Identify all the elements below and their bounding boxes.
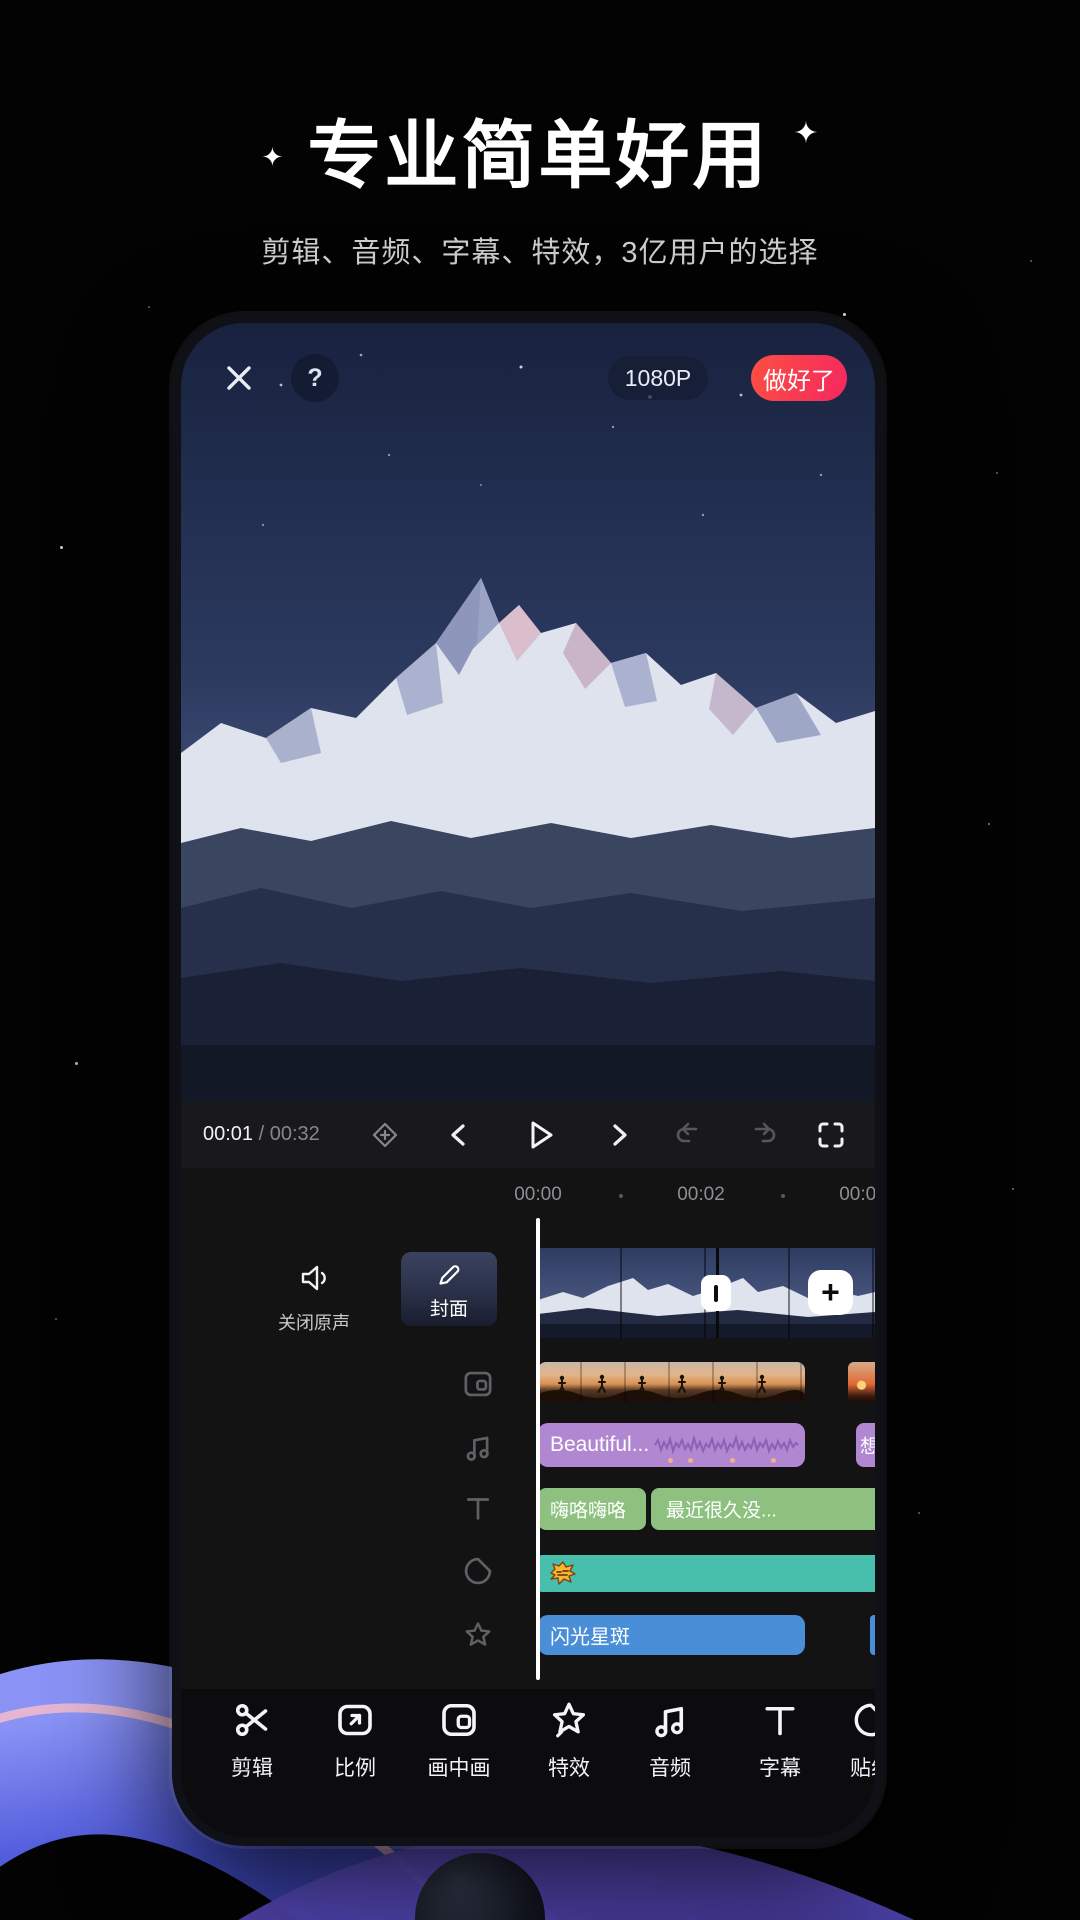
video-preview[interactable]: ? 1080P 做好了 bbox=[181, 323, 875, 1102]
ruler-tick: 00:04 bbox=[839, 1184, 875, 1206]
text-icon bbox=[759, 1699, 801, 1741]
toolbar-item-effects[interactable]: 特效 bbox=[527, 1699, 611, 1782]
mute-label: 关闭原声 bbox=[269, 1309, 359, 1335]
page: ✦ 专业简单好用 ✦ 剪辑、音频、字幕、特效，3亿用户的选择 bbox=[0, 0, 1080, 1920]
ruler-dot bbox=[619, 1194, 623, 1198]
cover-edit-button[interactable]: 封面 bbox=[401, 1252, 497, 1326]
music-track-icon[interactable] bbox=[461, 1430, 495, 1464]
hero: ✦ 专业简单好用 ✦ 剪辑、音频、字幕、特效，3亿用户的选择 bbox=[0, 96, 1080, 271]
help-icon: ? bbox=[307, 364, 322, 393]
quality-button[interactable]: 1080P bbox=[608, 356, 708, 400]
scissors-icon bbox=[231, 1699, 273, 1741]
undo-icon[interactable] bbox=[672, 1119, 704, 1151]
audio-clip-label: 想 bbox=[860, 1432, 875, 1459]
magic-star-icon bbox=[548, 1699, 590, 1741]
effect-clip-label: 闪光星斑 bbox=[550, 1621, 630, 1650]
time-display: 00:01 / 00:32 bbox=[203, 1123, 320, 1146]
time-current: 00:01 bbox=[203, 1123, 253, 1145]
waveform bbox=[654, 1434, 799, 1456]
play-icon[interactable] bbox=[522, 1117, 558, 1153]
music-note-icon bbox=[649, 1699, 691, 1741]
close-button[interactable] bbox=[217, 356, 261, 400]
toolbar-item-stickers[interactable]: 贴纸 bbox=[829, 1699, 875, 1782]
frame-separators bbox=[538, 1362, 805, 1402]
sticker-track-icon[interactable] bbox=[461, 1554, 495, 1588]
ruler-tick: 00:00 bbox=[514, 1184, 562, 1206]
beat-marker bbox=[668, 1458, 673, 1463]
pencil-icon bbox=[434, 1260, 464, 1290]
beat-marker bbox=[771, 1458, 776, 1463]
pip-video-clip[interactable] bbox=[538, 1362, 805, 1402]
effect-clip[interactable] bbox=[870, 1615, 875, 1655]
playhead[interactable] bbox=[536, 1218, 540, 1680]
toolbar-label: 音频 bbox=[628, 1752, 712, 1782]
pip-video-clip[interactable] bbox=[848, 1362, 875, 1402]
sticker-icon bbox=[850, 1699, 875, 1741]
time-total: 00:32 bbox=[270, 1123, 320, 1145]
timeline: 00:00 00:02 00:04 关闭原声 bbox=[181, 1168, 875, 1689]
effect-clip[interactable]: 闪光星斑 bbox=[538, 1615, 805, 1655]
toolbar-item-audio[interactable]: 音频 bbox=[628, 1699, 712, 1782]
pip-icon bbox=[438, 1699, 480, 1741]
clip-divider-handle[interactable] bbox=[701, 1275, 731, 1311]
mountain-scene bbox=[181, 323, 875, 1102]
quality-label: 1080P bbox=[625, 365, 692, 392]
beat-marker bbox=[688, 1458, 693, 1463]
caption-clip-label: 最近很久没... bbox=[666, 1496, 777, 1523]
toolbar-label: 剪辑 bbox=[210, 1752, 294, 1782]
help-button[interactable]: ? bbox=[291, 354, 339, 402]
phone-mockup: ? 1080P 做好了 00:01 / 00:32 bbox=[172, 314, 884, 1846]
speaker-icon bbox=[296, 1260, 332, 1296]
playback-controls: 00:01 / 00:32 bbox=[181, 1102, 875, 1168]
time-separator: / bbox=[259, 1123, 265, 1145]
caption-clip-label: 嗨咯嗨咯 bbox=[550, 1496, 626, 1523]
toolbar-label: 贴纸 bbox=[829, 1752, 875, 1782]
mute-original-sound-button[interactable]: 关闭原声 bbox=[269, 1260, 359, 1335]
toolbar-item-edit[interactable]: 剪辑 bbox=[210, 1699, 294, 1782]
sparkle-icon: ✦ bbox=[793, 116, 818, 151]
done-label: 做好了 bbox=[763, 361, 835, 396]
ruler-tick: 00:02 bbox=[677, 1184, 725, 1206]
editor-screen: ? 1080P 做好了 00:01 / 00:32 bbox=[181, 323, 875, 1837]
ruler-dot bbox=[781, 1194, 785, 1198]
sparkle-icon: ✦ bbox=[262, 142, 284, 173]
audio-clip-label: Beautiful... bbox=[550, 1433, 649, 1457]
prev-frame-icon[interactable] bbox=[443, 1119, 475, 1151]
keyframe-icon[interactable] bbox=[369, 1119, 401, 1151]
text-track-icon[interactable] bbox=[461, 1491, 495, 1525]
caption-clip[interactable]: 最近很久没... bbox=[651, 1488, 875, 1530]
redo-icon[interactable] bbox=[748, 1119, 780, 1151]
next-frame-icon[interactable] bbox=[603, 1119, 635, 1151]
audio-clip[interactable]: Beautiful... bbox=[538, 1423, 805, 1467]
effect-track-icon[interactable] bbox=[461, 1618, 495, 1652]
beat-marker bbox=[730, 1458, 735, 1463]
toolbar-label: 画中画 bbox=[417, 1752, 501, 1782]
toolbar-label: 比例 bbox=[313, 1752, 397, 1782]
fullscreen-icon[interactable] bbox=[815, 1119, 847, 1151]
ratio-icon bbox=[334, 1699, 376, 1741]
toolbar-label: 字幕 bbox=[738, 1752, 822, 1782]
sticker-thumbnail bbox=[547, 1559, 579, 1587]
toolbar-item-ratio[interactable]: 比例 bbox=[313, 1699, 397, 1782]
toolbar-item-pip[interactable]: 画中画 bbox=[417, 1699, 501, 1782]
done-button[interactable]: 做好了 bbox=[751, 355, 847, 401]
close-icon bbox=[217, 356, 261, 400]
page-title: 专业简单好用 bbox=[307, 96, 769, 203]
toolbar-label: 特效 bbox=[527, 1752, 611, 1782]
audio-clip[interactable]: 想 bbox=[856, 1423, 875, 1467]
pip-track-icon[interactable] bbox=[461, 1367, 495, 1401]
editor-toolbar: 剪辑 比例 画中画 bbox=[181, 1689, 875, 1837]
sticker-clip[interactable] bbox=[538, 1555, 875, 1592]
video-clip-main[interactable]: + bbox=[538, 1248, 875, 1338]
toolbar-item-captions[interactable]: 字幕 bbox=[738, 1699, 822, 1782]
page-subtitle: 剪辑、音频、字幕、特效，3亿用户的选择 bbox=[0, 229, 1080, 271]
add-clip-button[interactable]: + bbox=[808, 1270, 853, 1315]
cover-label: 封面 bbox=[401, 1294, 497, 1321]
caption-clip[interactable]: 嗨咯嗨咯 bbox=[538, 1488, 646, 1530]
